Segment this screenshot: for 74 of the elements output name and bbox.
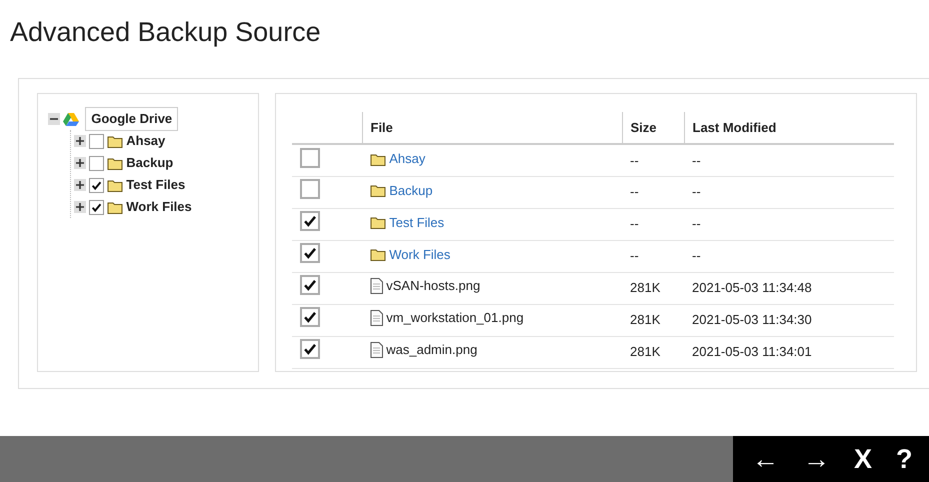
plus-icon (76, 181, 84, 189)
column-header: Last Modified (684, 112, 894, 144)
table-cell: 281K (622, 272, 684, 304)
collapse-toggle[interactable] (48, 113, 60, 125)
page-title: Advanced Backup Source (9, 16, 322, 49)
tree-item-label[interactable]: Backup (126, 153, 174, 173)
tree-item-label[interactable]: Work Files (126, 197, 192, 217)
check-icon (303, 214, 317, 228)
checkbox[interactable] (300, 179, 320, 200)
file-name: vSAN-hosts.png (386, 277, 480, 296)
plus-icon (76, 159, 84, 167)
expand-toggle[interactable] (74, 157, 86, 169)
folder-link[interactable]: Work Files (389, 245, 450, 265)
folder-link[interactable]: Test Files (389, 213, 444, 233)
table-cell: -- (684, 176, 894, 208)
checkbox[interactable] (300, 339, 320, 360)
table-cell: 2021-05-03 11:34:30 (684, 304, 894, 336)
folder-icon (107, 156, 124, 170)
file-icon (370, 278, 383, 294)
table-cell: -- (684, 208, 894, 240)
table-cell: 2021-05-03 11:34:48 (684, 272, 894, 304)
check-icon (303, 310, 317, 324)
folder-icon (370, 152, 386, 166)
check-icon (303, 342, 317, 356)
folder-icon (107, 134, 124, 148)
plus-icon (76, 203, 84, 211)
checkbox[interactable] (89, 134, 104, 148)
help-button[interactable]: ? (891, 446, 918, 472)
checkbox[interactable] (300, 148, 320, 168)
table-cell: -- (622, 176, 684, 208)
tree-item-label[interactable]: Ahsay (126, 131, 166, 151)
check-icon (303, 278, 317, 292)
table-cell: -- (622, 240, 684, 272)
tree-item-label[interactable]: Test Files (126, 175, 186, 195)
checkbox[interactable] (89, 156, 104, 170)
table-cell: -- (622, 208, 684, 240)
forward-button[interactable]: → (798, 446, 835, 472)
minus-icon (50, 115, 58, 123)
checkbox[interactable] (300, 307, 320, 328)
table-cell: -- (622, 144, 684, 176)
column-header: File (362, 112, 622, 144)
checkbox[interactable] (300, 243, 320, 264)
table-cell: 2021-05-03 11:34:01 (684, 336, 894, 368)
folder-link[interactable]: Backup (389, 181, 433, 201)
check-icon (303, 246, 317, 260)
folder-icon (370, 248, 386, 262)
plus-icon (76, 137, 84, 145)
back-button[interactable]: ← (747, 446, 784, 472)
file-icon (370, 342, 383, 358)
checkbox[interactable] (89, 178, 104, 192)
file-name: vm_workstation_01.png (386, 309, 524, 328)
column-header: Size (622, 112, 684, 144)
table-cell: 281K (622, 336, 684, 368)
folder-icon (370, 216, 386, 230)
expand-toggle[interactable] (74, 135, 86, 147)
checkbox[interactable] (300, 211, 320, 232)
table-cell: -- (684, 144, 894, 176)
folder-icon (107, 178, 124, 192)
file-icon (370, 310, 383, 326)
check-icon (91, 180, 102, 190)
tree-root-label[interactable]: Google Drive (85, 107, 178, 131)
table-cell: -- (684, 240, 894, 272)
close-button[interactable]: X (849, 446, 878, 472)
table-cell: 281K (622, 304, 684, 336)
file-name: was_admin.png (386, 341, 478, 360)
folder-icon (107, 200, 124, 214)
expand-toggle[interactable] (74, 179, 86, 191)
checkbox[interactable] (89, 200, 104, 214)
expand-toggle[interactable] (74, 201, 86, 213)
folder-icon (370, 184, 386, 198)
folder-link[interactable]: Ahsay (389, 149, 426, 169)
drive-icon (63, 112, 79, 126)
check-icon (91, 202, 102, 212)
checkbox[interactable] (300, 275, 320, 296)
